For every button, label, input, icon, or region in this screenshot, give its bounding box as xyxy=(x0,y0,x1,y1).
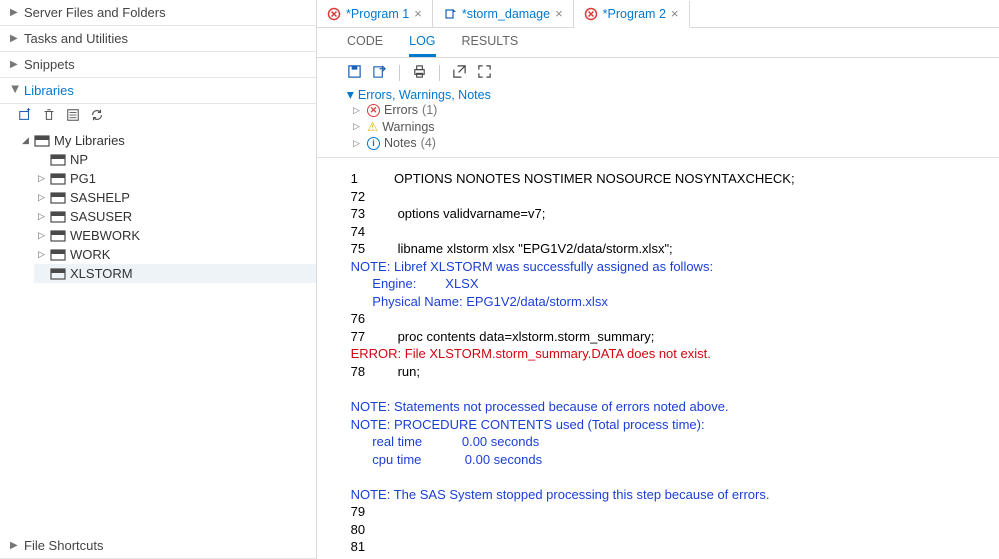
section-server-files[interactable]: ▶ Server Files and Folders xyxy=(0,0,316,26)
tab-label: *Program 1 xyxy=(346,7,409,21)
msg-count: (4) xyxy=(421,136,436,150)
drawer-icon xyxy=(50,172,66,186)
drawer-icon xyxy=(34,134,50,148)
drawer-icon xyxy=(50,229,66,243)
caret-icon: ▷ xyxy=(38,211,48,222)
close-icon[interactable]: × xyxy=(555,6,563,21)
caret-icon: ▶ xyxy=(10,86,21,96)
caret-icon: ▶ xyxy=(10,7,20,18)
print-icon[interactable] xyxy=(412,64,427,82)
section-label: Snippets xyxy=(24,57,75,72)
lib-item-pg1[interactable]: ▷ PG1 xyxy=(34,169,316,188)
msg-label: Warnings xyxy=(382,120,434,134)
caret-icon: ▷ xyxy=(353,121,363,132)
separator xyxy=(399,65,400,81)
caret-down-icon: ▶ xyxy=(345,92,356,99)
lib-item-webwork[interactable]: ▷ WEBWORK xyxy=(34,226,316,245)
lib-item-sasuser[interactable]: ▷ SASUSER xyxy=(34,207,316,226)
close-icon[interactable]: × xyxy=(671,6,679,21)
drawer-icon xyxy=(50,191,66,205)
msg-count: (1) xyxy=(422,103,437,117)
caret-icon: ▷ xyxy=(38,192,48,203)
lib-label: WORK xyxy=(70,247,110,262)
caret-down-icon: ◢ xyxy=(22,135,32,146)
sidebar: ▶ Server Files and Folders ▶ Tasks and U… xyxy=(0,0,317,559)
lib-label: NP xyxy=(70,152,88,167)
log-toolbar xyxy=(317,58,999,88)
editor-tab[interactable]: *Program 2 × xyxy=(574,1,690,28)
section-file-shortcuts[interactable]: ▶ File Shortcuts xyxy=(0,533,316,559)
main-area: *Program 1 × *storm_damage × *Program 2 × COD… xyxy=(317,0,999,559)
section-label: Server Files and Folders xyxy=(24,5,166,20)
drawer-icon xyxy=(50,267,66,281)
editor-tab[interactable]: *Program 1 × xyxy=(317,0,433,27)
caret-icon: ▷ xyxy=(353,105,363,116)
section-label: Libraries xyxy=(24,83,74,98)
new-library-icon[interactable] xyxy=(18,108,32,125)
drawer-icon xyxy=(50,210,66,224)
subtab-results[interactable]: RESULTS xyxy=(462,34,519,57)
section-tasks[interactable]: ▶ Tasks and Utilities xyxy=(0,26,316,52)
msg-label: Errors xyxy=(384,103,418,117)
section-label: File Shortcuts xyxy=(24,538,103,553)
lib-label: SASUSER xyxy=(70,209,132,224)
tab-label: *Program 2 xyxy=(603,7,666,21)
messages-warnings[interactable]: ▷ ⚠ Warnings xyxy=(347,118,969,135)
result-subtabs: CODE LOG RESULTS xyxy=(317,28,999,58)
close-icon[interactable]: × xyxy=(414,6,422,21)
section-libraries[interactable]: ▶ Libraries xyxy=(0,78,316,104)
drawer-icon xyxy=(50,153,66,167)
editor-tabbar: *Program 1 × *storm_damage × *Program 2 × xyxy=(317,0,999,28)
refresh-icon[interactable] xyxy=(90,108,104,125)
caret-icon: ▶ xyxy=(10,540,20,551)
caret-icon: ▶ xyxy=(10,59,20,70)
subtab-log[interactable]: LOG xyxy=(409,34,435,57)
libraries-tree: ◢ My Libraries NP ▷ PG1 ▷ SASHELP ▷ SASUSER ▷ WE… xyxy=(0,129,316,289)
messages-title: Errors, Warnings, Notes xyxy=(358,88,491,102)
subtab-code[interactable]: CODE xyxy=(347,34,383,57)
lib-item-sashelp[interactable]: ▷ SASHELP xyxy=(34,188,316,207)
tree-my-libraries[interactable]: ◢ My Libraries xyxy=(18,131,316,150)
lib-label: SASHELP xyxy=(70,190,130,205)
error-icon xyxy=(327,7,341,21)
lib-item-work[interactable]: ▷ WORK xyxy=(34,245,316,264)
libraries-toolbar xyxy=(0,104,316,129)
error-icon: ✕ xyxy=(367,104,380,117)
error-icon xyxy=(584,7,598,21)
lib-item-np[interactable]: NP xyxy=(34,150,316,169)
msg-label: Notes xyxy=(384,136,417,150)
popout-icon[interactable] xyxy=(452,64,467,82)
fullscreen-icon[interactable] xyxy=(477,64,492,82)
lib-label: WEBWORK xyxy=(70,228,140,243)
caret-icon: ▷ xyxy=(38,230,48,241)
log-output[interactable]: 1 OPTIONS NONOTES NOSTIMER NOSOURCE NOSY… xyxy=(317,157,999,559)
messages-notes[interactable]: ▷ i Notes (4) xyxy=(347,135,969,151)
separator xyxy=(439,65,440,81)
caret-icon: ▷ xyxy=(38,173,48,184)
info-icon: i xyxy=(367,137,380,150)
tree-label: My Libraries xyxy=(54,133,125,148)
caret-icon: ▶ xyxy=(10,33,20,44)
messages-panel: ▶ Errors, Warnings, Notes ▷ ✕ Errors (1)… xyxy=(317,88,999,157)
editor-tab[interactable]: *storm_damage × xyxy=(433,0,574,27)
drawer-icon xyxy=(50,248,66,262)
lib-label: PG1 xyxy=(70,171,96,186)
save-icon[interactable] xyxy=(347,64,362,82)
section-snippets[interactable]: ▶ Snippets xyxy=(0,52,316,78)
export-icon[interactable] xyxy=(372,64,387,82)
messages-errors[interactable]: ▷ ✕ Errors (1) xyxy=(347,102,969,118)
messages-header[interactable]: ▶ Errors, Warnings, Notes xyxy=(347,88,969,102)
caret-icon: ▷ xyxy=(353,138,363,149)
warning-icon: ⚠ xyxy=(367,119,378,134)
delete-icon[interactable] xyxy=(42,108,56,125)
properties-icon[interactable] xyxy=(66,108,80,125)
shortcut-icon xyxy=(443,7,457,21)
caret-icon: ▷ xyxy=(38,249,48,260)
lib-label: XLSTORM xyxy=(70,266,133,281)
section-label: Tasks and Utilities xyxy=(24,31,128,46)
tab-label: *storm_damage xyxy=(462,7,550,21)
lib-item-xlstorm[interactable]: XLSTORM xyxy=(34,264,316,283)
